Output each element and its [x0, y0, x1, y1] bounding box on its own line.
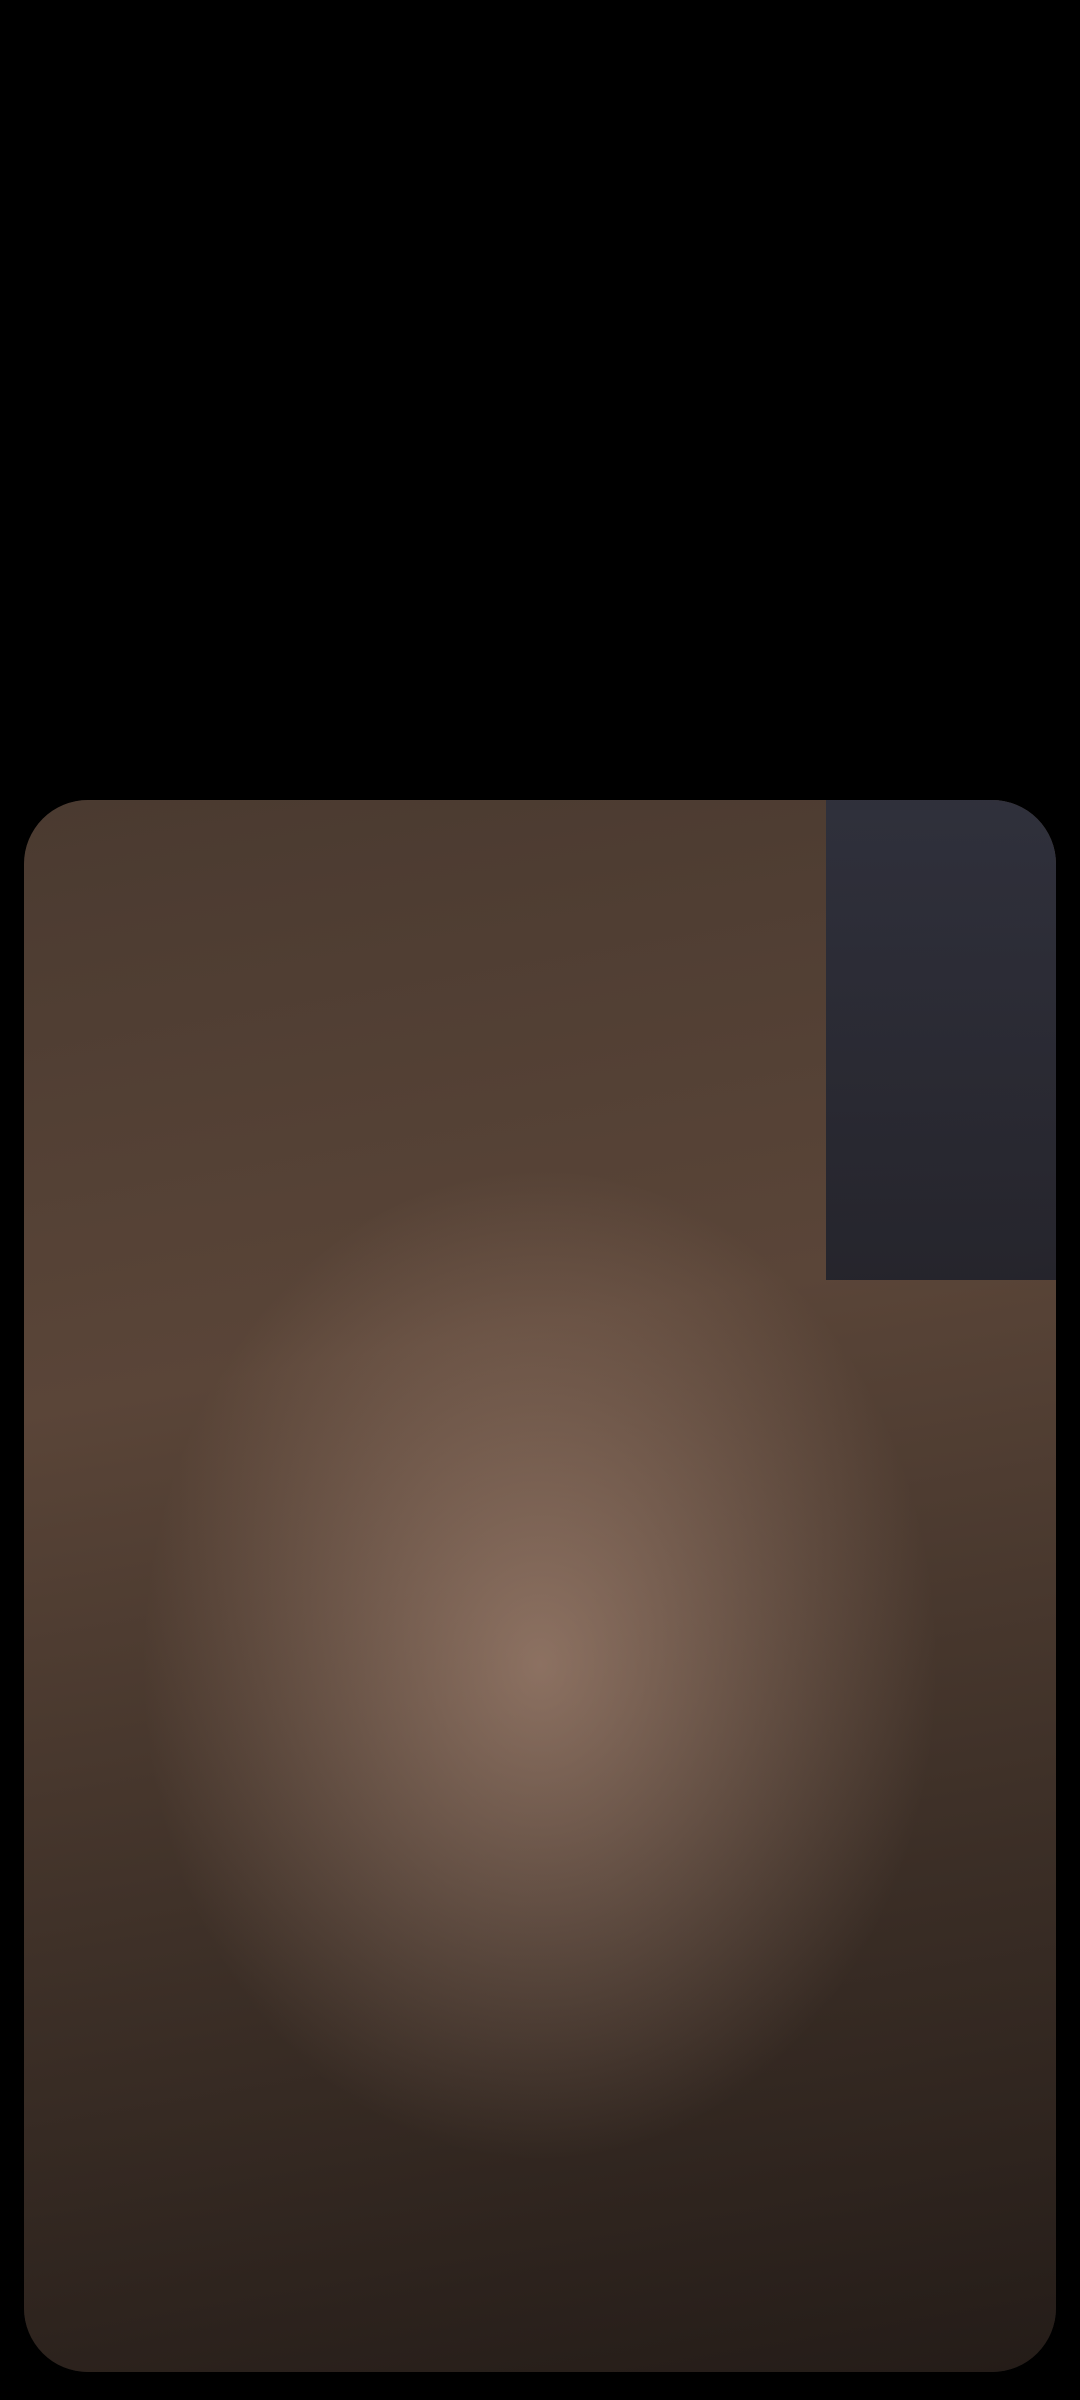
photo-background-wall — [826, 800, 1056, 1280]
photo-viewer-screen — [0, 0, 1080, 2400]
photo-card[interactable] — [24, 800, 1056, 2372]
